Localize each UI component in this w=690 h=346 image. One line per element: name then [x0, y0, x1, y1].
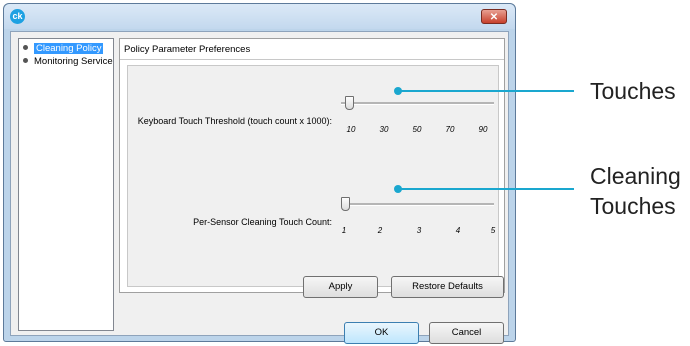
tick-label: 5 — [490, 226, 496, 235]
title-bar[interactable]: ck ✕ — [4, 4, 515, 29]
cleaning-touches-callout-line — [398, 188, 574, 190]
nav-item-label: Cleaning Policy — [34, 43, 104, 54]
touches-callout-line — [398, 90, 574, 92]
tick-label: 1 — [341, 226, 347, 235]
tick-label: 2 — [377, 226, 383, 235]
tick-label: 3 — [416, 226, 422, 235]
bullet-icon — [23, 57, 28, 63]
nav-item-label: Monitoring Service — [34, 56, 113, 67]
settings-window: ck ✕ Cleaning Policy Monitoring Service … — [3, 3, 516, 344]
restore-defaults-button[interactable]: Restore Defaults — [391, 276, 504, 298]
tick-label: 90 — [478, 125, 488, 134]
per-sensor-cleaning-touch-count-thumb[interactable] — [341, 197, 350, 211]
panel-title: Policy Parameter Preferences — [124, 44, 251, 55]
tick-label: 70 — [445, 125, 455, 134]
settings-nav-list: Cleaning Policy Monitoring Service — [18, 38, 114, 331]
tick-label: 30 — [379, 125, 389, 134]
cleaning-touches-callout-label-line2: Touches — [590, 193, 676, 219]
tick-label: 4 — [455, 226, 461, 235]
touches-callout-label: Touches — [590, 78, 676, 104]
keyboard-touch-threshold-track[interactable] — [341, 102, 494, 105]
cleaning-touches-callout-label-line1: Cleaning — [590, 163, 681, 189]
divider — [120, 59, 504, 60]
keyboard-touch-threshold-thumb[interactable] — [345, 96, 355, 110]
close-button[interactable]: ✕ — [481, 9, 507, 24]
nav-item-monitoring-service[interactable]: Monitoring Service — [23, 56, 113, 68]
tick-label: 50 — [412, 125, 422, 134]
dialog-client-area: Cleaning Policy Monitoring Service Polic… — [10, 31, 509, 344]
bullet-icon — [23, 44, 28, 50]
tick-label: 10 — [346, 125, 356, 134]
app-logo-icon: ck — [10, 9, 25, 24]
preferences-panel: Policy Parameter Preferences Keyboard To… — [119, 38, 505, 293]
apply-button[interactable]: Apply — [303, 276, 378, 298]
cancel-button[interactable]: Cancel — [429, 322, 504, 344]
per-sensor-cleaning-touch-count-label: Per-Sensor Cleaning Touch Count: — [193, 217, 332, 227]
keyboard-touch-threshold-label: Keyboard Touch Threshold (touch count x … — [137, 116, 332, 126]
nav-item-cleaning-policy[interactable]: Cleaning Policy — [23, 43, 104, 55]
per-sensor-cleaning-touch-count-track[interactable] — [341, 203, 494, 206]
sliders-group: Keyboard Touch Threshold (touch count x … — [127, 65, 499, 287]
ok-button[interactable]: OK — [344, 322, 419, 344]
